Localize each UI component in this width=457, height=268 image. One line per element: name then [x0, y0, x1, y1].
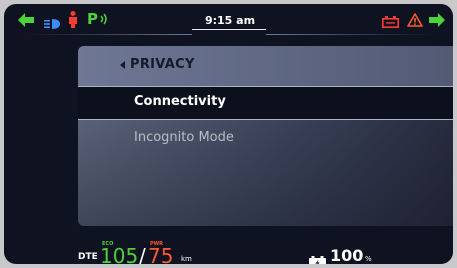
pwr-range-value: 75 — [148, 244, 174, 264]
menu-title: PRIVACY — [130, 57, 195, 72]
menu-item-connectivity[interactable]: Connectivity — [78, 86, 453, 120]
privacy-menu-panel: PRIVACY Connectivity Incognito Mode — [78, 46, 453, 226]
dashboard-screen: P 9:15 am PRIVACY Connectivity Incognito… — [4, 4, 453, 264]
battery-level-value: 100 — [330, 246, 364, 264]
menu-item-incognito-mode[interactable]: Incognito Mode — [134, 130, 234, 145]
battery-warning-icon — [382, 13, 399, 32]
battery-unit: % — [365, 255, 372, 263]
dte-label: DTE — [78, 252, 98, 262]
range-separator: / — [139, 244, 146, 264]
clock-underline — [192, 29, 266, 30]
divider-line-left — [24, 34, 192, 35]
warning-triangle-icon — [407, 12, 423, 31]
bottom-bar: DTE ECO 105 / PWR 75 km 100 % — [4, 230, 453, 264]
clock-time: 9:15 am — [204, 14, 256, 27]
svg-text:P: P — [87, 10, 98, 26]
battery-icon — [309, 253, 326, 264]
menu-item-label: Connectivity — [134, 94, 226, 109]
status-bar: P 9:15 am — [4, 4, 453, 42]
headlight-icon — [44, 14, 60, 33]
left-turn-signal-icon — [18, 12, 34, 31]
right-turn-signal-icon — [429, 12, 445, 31]
back-arrow-icon[interactable] — [120, 61, 125, 69]
divider-line-right — [266, 34, 434, 35]
seatbelt-icon — [68, 11, 78, 32]
parking-assist-icon: P — [87, 10, 113, 30]
menu-header[interactable]: PRIVACY — [78, 46, 453, 86]
distance-unit: km — [181, 255, 192, 263]
eco-range-value: 105 — [100, 244, 139, 264]
